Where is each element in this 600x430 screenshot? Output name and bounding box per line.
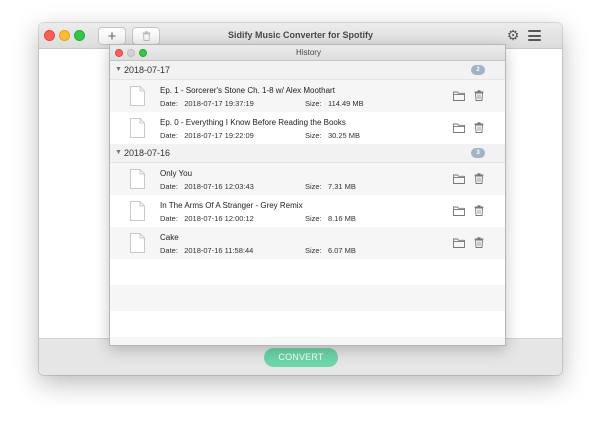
trash-icon[interactable] [474,90,484,101]
size-field: Size: 7.31 MB [305,182,356,191]
history-list: ▼ 2018-07-17 2 Ep. 1 - Sorcerer's Stone … [110,61,505,345]
history-row[interactable]: In The Arms Of A Stranger - Grey Remix D… [110,195,505,227]
track-title: In The Arms Of A Stranger - Grey Remix [160,201,303,210]
empty-row [110,259,505,285]
size-field: Size: 114.49 MB [305,99,364,108]
file-icon [130,118,145,138]
file-icon [130,86,145,106]
trash-icon[interactable] [474,173,484,184]
size-label: Size: [305,182,322,191]
group-count-badge: 3 [471,148,485,158]
track-title: Only You [160,169,193,178]
size-value: 114.49 MB [327,99,364,108]
triangle-down-icon[interactable]: ▼ [115,66,122,73]
date-label: Date: [160,182,178,191]
app-title: Sidify Music Converter for Spotify [227,30,374,40]
history-row[interactable]: Cake Date: 2018-07-16 11:58:44 Size: 6.0… [110,227,505,259]
size-value: 8.16 MB [327,214,356,223]
size-label: Size: [305,214,322,223]
track-title: Cake [160,233,179,242]
date-value: 2018-07-16 12:03:43 [184,182,254,191]
history-row[interactable]: Only You Date: 2018-07-16 12:03:43 Size:… [110,163,505,195]
trash-icon[interactable] [474,237,484,248]
history-row[interactable]: Ep. 1 - Sorcerer's Stone Ch. 1-8 w/ Alex… [110,80,505,112]
size-field: Size: 6.07 MB [305,246,356,255]
date-field: Date: 2018-07-17 19:37:19 [160,99,254,108]
file-icon [130,201,145,221]
size-value: 6.07 MB [327,246,356,255]
history-titlebar: History [110,45,505,61]
size-value: 7.31 MB [327,182,356,191]
folder-icon[interactable] [453,174,465,184]
folder-icon[interactable] [453,206,465,216]
date-label: Date: [160,99,178,108]
group-count-badge: 2 [471,65,485,75]
group-header[interactable]: ▼ 2018-07-16 3 [110,144,505,163]
folder-icon[interactable] [453,91,465,101]
date-field: Date: 2018-07-16 12:00:12 [160,214,254,223]
size-field: Size: 8.16 MB [305,214,356,223]
date-label: Date: [160,246,178,255]
date-label: Date: [160,131,178,140]
trash-icon[interactable] [474,122,484,133]
size-label: Size: [305,99,322,108]
file-icon [130,169,145,189]
empty-row [110,285,505,311]
date-value: 2018-07-17 19:22:09 [184,131,254,140]
history-row[interactable]: Ep. 0 - Everything I Know Before Reading… [110,112,505,144]
size-label: Size: [305,246,322,255]
track-title: Ep. 1 - Sorcerer's Stone Ch. 1-8 w/ Alex… [160,86,335,95]
date-value: 2018-07-16 11:58:44 [184,246,254,255]
date-value: 2018-07-17 19:37:19 [184,99,254,108]
group-date: 2018-07-16 [124,148,171,158]
date-label: Date: [160,214,178,223]
date-field: Date: 2018-07-16 11:58:44 [160,246,253,255]
size-value: 30.25 MB [327,131,361,140]
folder-icon[interactable] [453,238,465,248]
menu-icon[interactable] [528,30,541,41]
size-field: Size: 30.25 MB [305,131,360,140]
file-icon [130,233,145,253]
folder-icon[interactable] [453,123,465,133]
date-value: 2018-07-16 12:00:12 [184,214,254,223]
empty-row [110,311,505,337]
triangle-down-icon[interactable]: ▼ [115,149,122,156]
empty-row [110,337,505,345]
date-field: Date: 2018-07-16 12:03:43 [160,182,254,191]
gear-icon[interactable]: ⚙ [506,28,520,42]
group-date: 2018-07-17 [124,65,171,75]
trash-icon[interactable] [474,205,484,216]
track-title: Ep. 0 - Everything I Know Before Reading… [160,118,346,127]
date-field: Date: 2018-07-17 19:22:09 [160,131,254,140]
history-title: History [296,48,321,57]
convert-button[interactable]: CONVERT [264,348,338,367]
group-header[interactable]: ▼ 2018-07-17 2 [110,61,505,80]
history-window: History ▼ 2018-07-17 2 Ep. 1 - Sorcerer'… [109,44,506,346]
size-label: Size: [305,131,322,140]
